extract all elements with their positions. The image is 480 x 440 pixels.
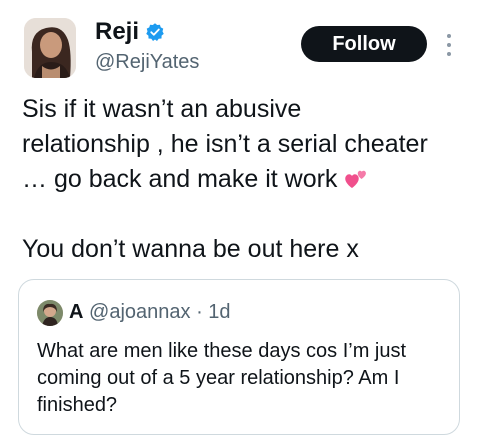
follow-button[interactable]: Follow	[301, 26, 427, 62]
tweet-text: Sis if it wasn’t an abusive relationship…	[22, 92, 462, 267]
quoted-text-line: finished?	[37, 394, 118, 416]
tweet-text-line: … go back and make it work	[22, 162, 462, 197]
two-hearts-icon	[345, 170, 367, 188]
tweet-text-line: Sis if it wasn’t an abusive	[22, 95, 302, 123]
tweet-text-line: You don’t wanna be out here x	[22, 235, 359, 263]
quoted-author-handle[interactable]: @ajoannax	[89, 301, 190, 323]
quoted-author-avatar[interactable]	[37, 300, 63, 326]
quoted-text-line: coming out of a 5 year relationship? Am …	[37, 367, 400, 389]
quoted-author-name[interactable]: A	[69, 301, 83, 323]
tweet-card: Reji @RejiYates Follow Sis if it wasn’t …	[0, 0, 480, 440]
quoted-avatar-image	[37, 300, 63, 326]
quoted-tweet-text: What are men like these days cos I’m jus…	[37, 338, 447, 419]
author-avatar[interactable]	[24, 18, 76, 78]
verified-badge-icon	[146, 23, 164, 41]
tweet-text-line: relationship , he isn’t a serial cheater	[22, 130, 428, 158]
quoted-text-line: What are men like these days cos I’m jus…	[37, 340, 407, 362]
quoted-tweet-header: A @ajoannax · 1d	[69, 299, 231, 325]
quoted-tweet[interactable]: A @ajoannax · 1d What are men like these…	[18, 279, 460, 435]
author-name-row[interactable]: Reji	[95, 18, 165, 46]
quoted-separator: ·	[196, 301, 203, 323]
tweet-text-line-content: … go back and make it work	[22, 165, 338, 193]
author-handle[interactable]: @RejiYates	[95, 50, 199, 74]
author-avatar-image	[24, 18, 76, 78]
author-display-name[interactable]: Reji	[95, 18, 139, 46]
quoted-timestamp[interactable]: 1d	[208, 301, 230, 323]
more-options-icon[interactable]	[446, 34, 452, 56]
